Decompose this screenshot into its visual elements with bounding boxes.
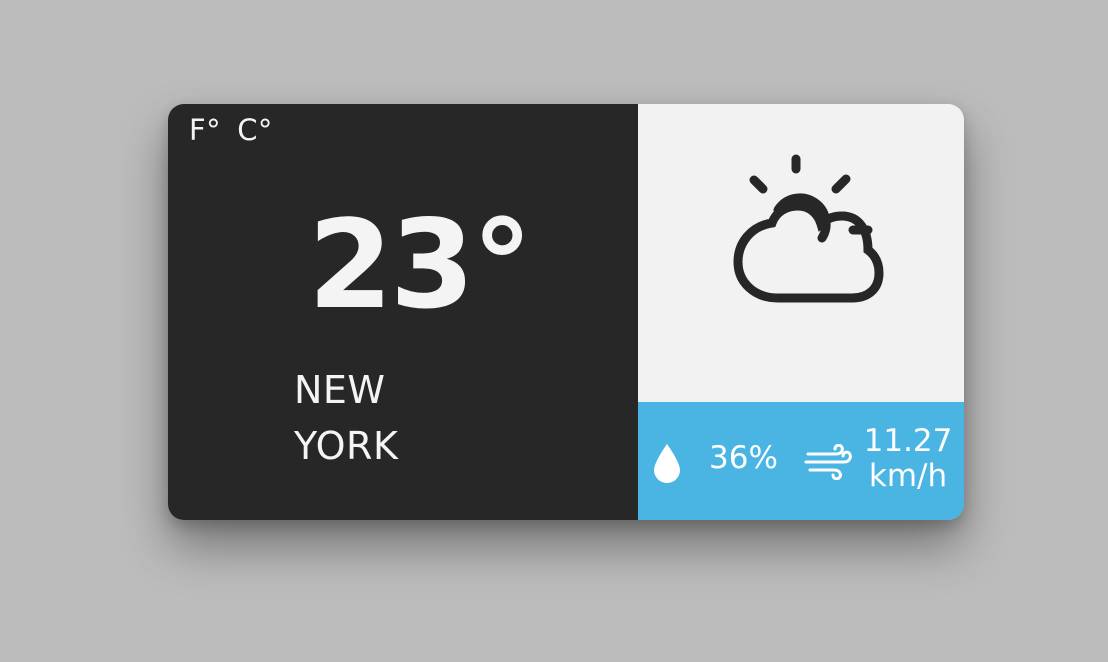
city-name: NEW YORK [294,362,514,474]
celsius-toggle[interactable]: C° [237,116,273,145]
temperature-value: 23° [308,194,533,336]
water-drop-icon [654,444,680,483]
weather-card: F° C° 23° NEW YORK 36% 11.27 km/h [168,104,964,520]
humidity-value: 36% [709,440,778,476]
fahrenheit-toggle[interactable]: F° [189,116,221,145]
wind-speed: 11.27 km/h [860,424,956,494]
wind-speed-unit: km/h [868,458,948,494]
unit-toggle: F° C° [189,116,273,145]
city-name-line1: NEW [294,368,386,412]
city-name-line2: YORK [294,424,399,468]
temperature-panel: F° C° 23° NEW YORK [168,104,638,520]
partly-cloudy-icon [733,154,884,303]
stats-bar: 36% 11.27 km/h [638,402,964,520]
condition-panel [638,104,964,402]
wind-speed-value: 11.27 [863,423,953,459]
wind-icon [804,444,852,480]
